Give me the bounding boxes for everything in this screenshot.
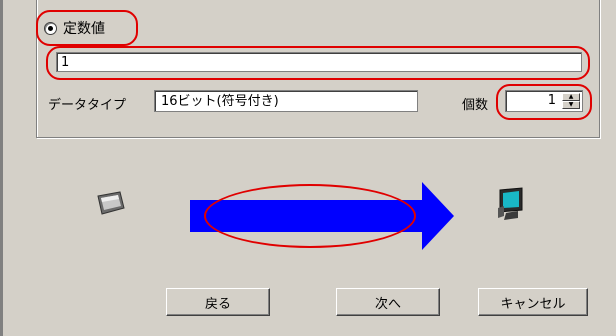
highlight-oval-arrow	[204, 184, 416, 248]
data-type-label: データタイプ	[48, 98, 127, 113]
data-type-field[interactable]: 16ビット(符号付き)	[154, 90, 418, 112]
highlight-oval-count	[496, 84, 592, 120]
highlight-oval-input	[46, 46, 590, 80]
highlight-oval-radio	[36, 10, 138, 46]
cancel-button[interactable]: キャンセル	[478, 288, 588, 316]
back-button[interactable]: 戻る	[166, 288, 270, 316]
window-left-border	[0, 0, 3, 336]
next-button[interactable]: 次へ	[336, 288, 440, 316]
count-label: 個数	[462, 98, 489, 113]
computer-monitor-icon	[498, 187, 523, 220]
display-panel-icon	[97, 191, 125, 215]
